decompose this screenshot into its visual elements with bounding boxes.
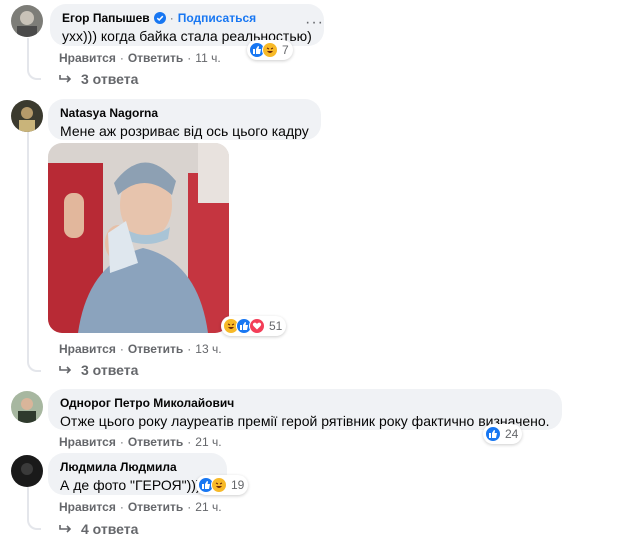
comment-text: Мене аж розриває від ось цього кадру: [60, 123, 309, 139]
love-reaction-icon: [249, 318, 265, 334]
like-button[interactable]: Нравится: [59, 51, 116, 65]
view-replies-link[interactable]: 3 ответа: [59, 362, 138, 378]
comment-author[interactable]: Однорог Петро Миколайович: [60, 396, 234, 410]
view-replies-link[interactable]: 4 ответа: [59, 521, 138, 537]
reaction-summary[interactable]: 24: [483, 424, 523, 444]
comment-text: Отже цього року лауреатів премії герой р…: [60, 413, 550, 429]
replies-count: 4 ответа: [81, 521, 139, 537]
haha-reaction-icon: [262, 42, 278, 58]
reaction-count: 51: [269, 319, 283, 333]
view-replies-link[interactable]: 3 ответа: [59, 71, 138, 87]
like-button[interactable]: Нравится: [59, 342, 116, 356]
reply-button[interactable]: Ответить: [128, 435, 183, 449]
timestamp[interactable]: 11 ч.: [195, 51, 220, 65]
reaction-count: 19: [231, 478, 245, 492]
comment-text: А де фото "ГЕРОЯ")))))): [60, 477, 215, 493]
comment-bubble: Однорог Петро Миколайович Отже цього рок…: [48, 389, 562, 430]
comment-photo[interactable]: [48, 143, 229, 333]
separator: ·: [169, 11, 174, 25]
reaction-summary[interactable]: 51: [221, 316, 287, 336]
reaction-count: 7: [282, 43, 289, 57]
comment-author[interactable]: Людмила Людмила: [60, 460, 177, 474]
haha-reaction-icon: [211, 477, 227, 493]
thread-line: [27, 130, 29, 355]
timestamp[interactable]: 21 ч.: [195, 500, 221, 514]
thread-line: [27, 62, 41, 80]
timestamp[interactable]: 13 ч.: [195, 342, 221, 356]
replies-count: 3 ответа: [81, 71, 139, 87]
reply-arrow-icon: [59, 366, 72, 374]
replies-count: 3 ответа: [81, 362, 139, 378]
timestamp[interactable]: 21 ч.: [195, 435, 221, 449]
like-button[interactable]: Нравится: [59, 500, 116, 514]
comment-bubble: Natasya Nagorna Мене аж розриває від ось…: [48, 99, 321, 140]
reply-button[interactable]: Ответить: [128, 51, 183, 65]
reply-button[interactable]: Ответить: [128, 342, 183, 356]
comment-author[interactable]: Егор Папышев: [62, 11, 150, 25]
thread-line: [27, 352, 41, 372]
reply-arrow-icon: [59, 525, 72, 533]
reaction-summary[interactable]: 7: [247, 40, 293, 60]
more-dots-icon[interactable]: ···: [305, 14, 324, 32]
comment-actions: Нравится · Ответить · 21 ч.: [59, 435, 222, 449]
follow-button[interactable]: Подписаться: [178, 11, 256, 25]
avatar[interactable]: [11, 391, 43, 423]
avatar[interactable]: [11, 455, 43, 487]
reaction-summary[interactable]: 19: [196, 475, 249, 495]
verified-badge-icon: [153, 12, 166, 24]
avatar[interactable]: [11, 5, 43, 37]
reply-button[interactable]: Ответить: [128, 500, 183, 514]
comment-actions: Нравится · Ответить · 11 ч.: [59, 51, 221, 65]
thread-line: [27, 512, 41, 530]
like-reaction-icon: [485, 426, 501, 442]
avatar[interactable]: [11, 100, 43, 132]
reaction-count: 24: [505, 427, 519, 441]
comment-actions: Нравится · Ответить · 13 ч.: [59, 342, 222, 356]
comment-author[interactable]: Natasya Nagorna: [60, 106, 158, 120]
reply-arrow-icon: [59, 75, 72, 83]
comment-actions: Нравится · Ответить · 21 ч.: [59, 500, 222, 514]
like-button[interactable]: Нравится: [59, 435, 116, 449]
